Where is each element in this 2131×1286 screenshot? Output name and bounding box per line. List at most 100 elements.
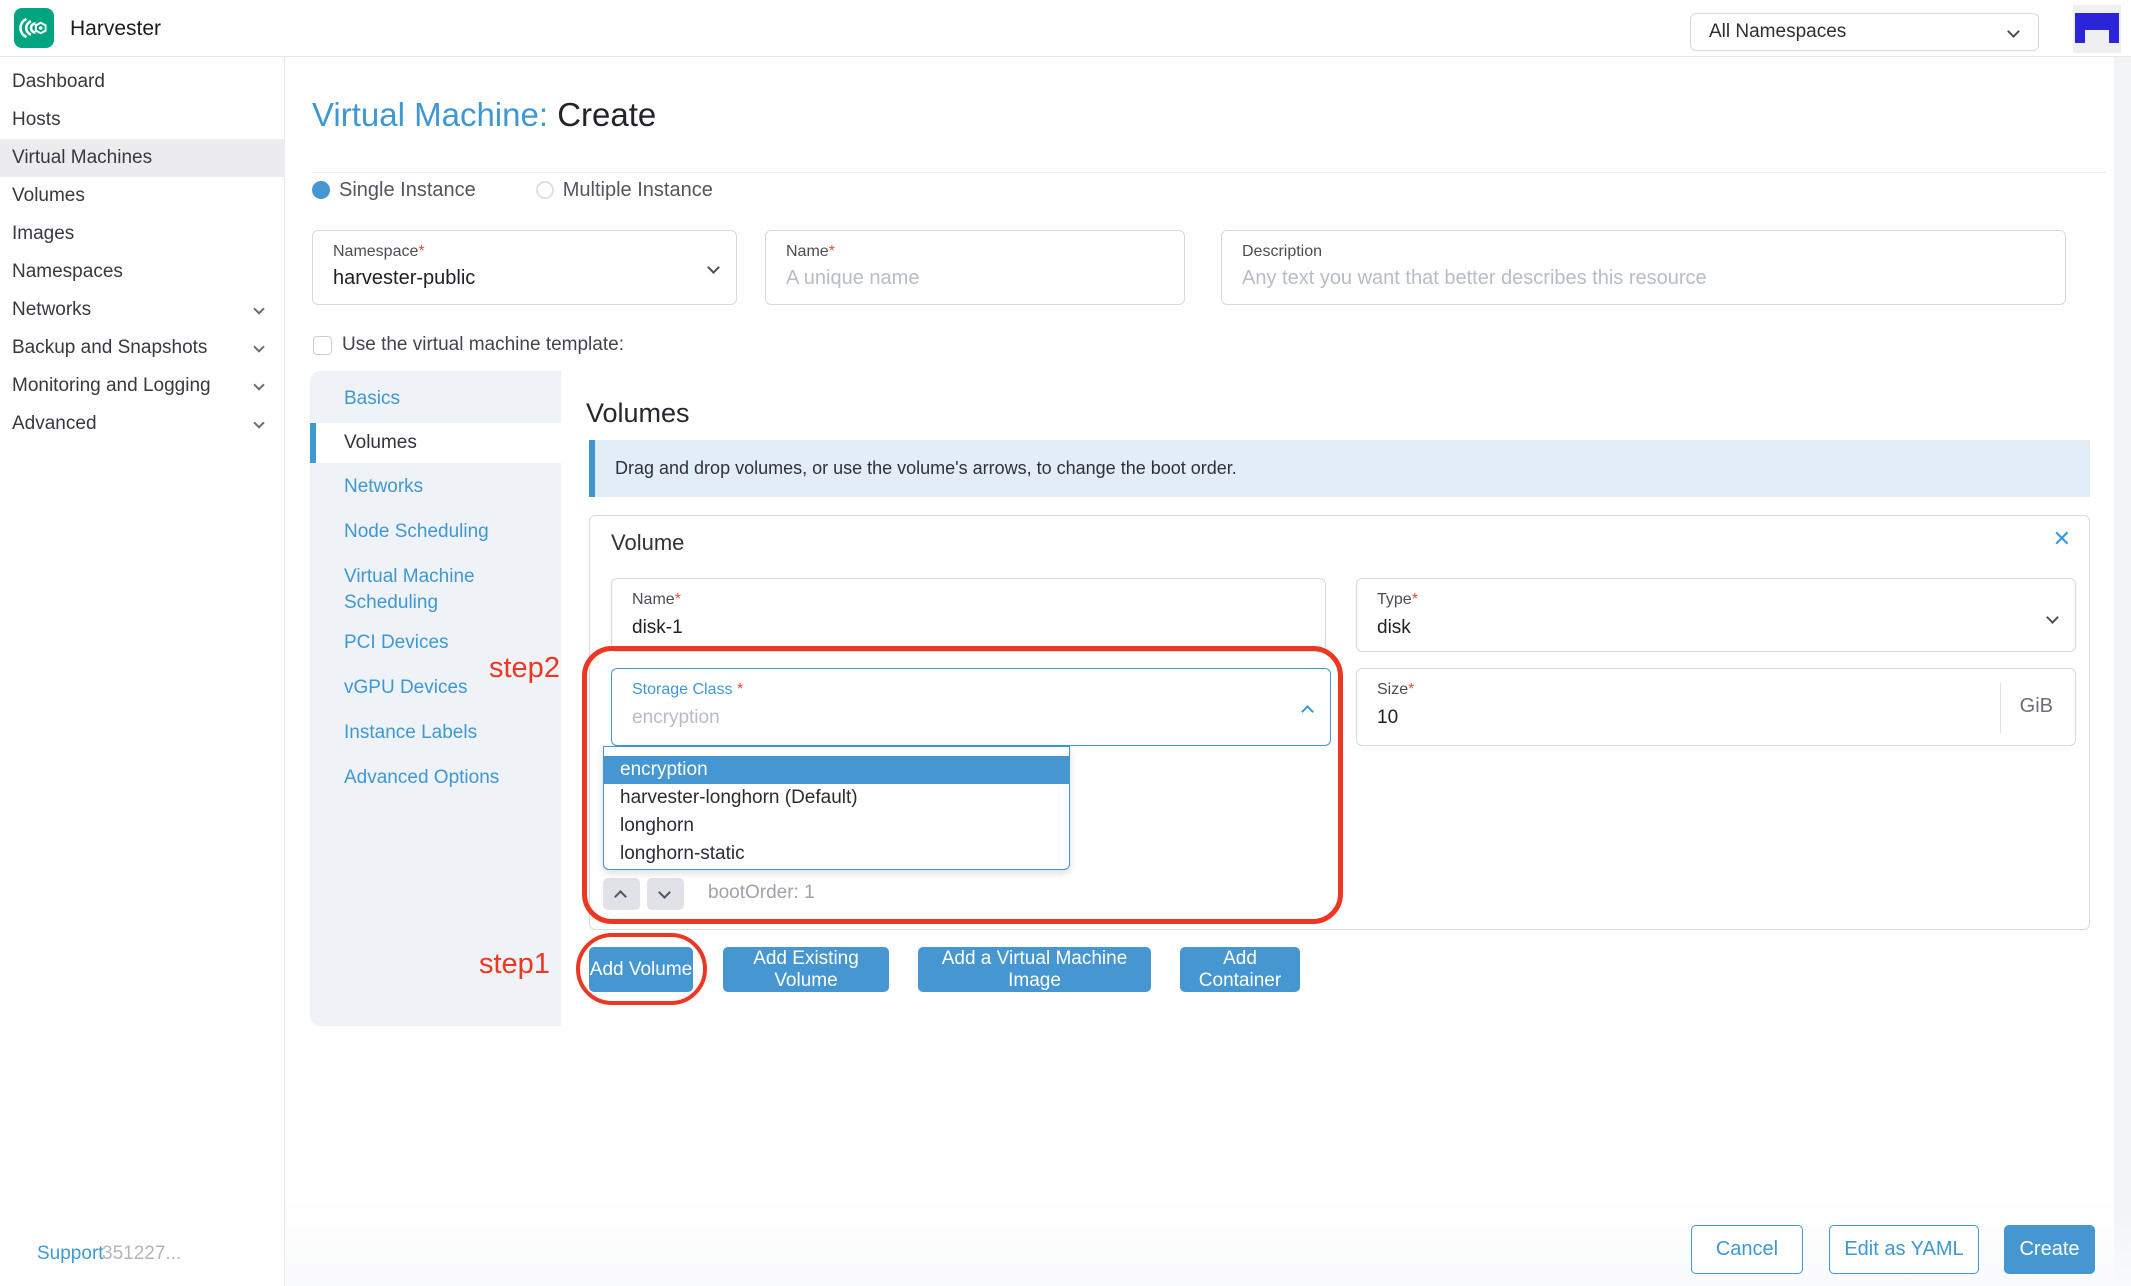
sidebar-item-backup-and-snapshots[interactable]: Backup and Snapshots bbox=[0, 329, 285, 367]
volume-size-field[interactable]: Size* 10 GiB bbox=[1356, 668, 2076, 746]
namespace-label: Namespace bbox=[333, 243, 419, 260]
dropdown-option-longhorn-static[interactable]: longhorn-static bbox=[604, 840, 1069, 868]
volume-name-field[interactable]: Name* disk-1 bbox=[611, 578, 1326, 652]
boot-order-up-button[interactable] bbox=[603, 878, 640, 910]
single-instance-radio[interactable] bbox=[312, 181, 330, 199]
volume-type-label: Type bbox=[1377, 591, 1412, 608]
multiple-instance-radio[interactable] bbox=[535, 181, 554, 199]
tab-advanced-options[interactable]: Advanced Options bbox=[310, 765, 561, 791]
boot-order-info-banner: Drag and drop volumes, or use the volume… bbox=[589, 440, 2090, 497]
storage-class-field[interactable]: Storage Class * encryption bbox=[611, 668, 1331, 746]
tab-networks[interactable]: Networks bbox=[310, 474, 561, 500]
add-virtual-machine-image-button[interactable]: Add a Virtual Machine Image bbox=[918, 947, 1151, 992]
wheat-logo-glyph bbox=[19, 17, 47, 39]
description-label: Description bbox=[1242, 243, 1323, 260]
dropdown-option-harvester-longhorn[interactable]: harvester-longhorn (Default) bbox=[604, 784, 1069, 812]
vm-template-checkbox[interactable] bbox=[313, 335, 332, 355]
volume-type-value: disk bbox=[1377, 617, 1411, 638]
storage-class-placeholder: encryption bbox=[632, 707, 720, 728]
required-asterisk: * bbox=[736, 681, 744, 698]
page-title-action: Create bbox=[557, 96, 657, 133]
cancel-button[interactable]: Cancel bbox=[1691, 1225, 1803, 1274]
avatar-image-notch bbox=[2085, 30, 2109, 43]
description-placeholder: Any text you want that better describes … bbox=[1242, 267, 1707, 289]
close-icon[interactable]: ✕ bbox=[2053, 526, 2071, 552]
tab-basics[interactable]: Basics bbox=[310, 386, 561, 412]
sidebar-item-namespaces[interactable]: Namespaces bbox=[0, 253, 285, 291]
name-label: Name bbox=[786, 243, 829, 260]
storage-class-dropdown: encryption harvester-longhorn (Default) … bbox=[603, 746, 1070, 870]
chevron-down-icon bbox=[253, 417, 265, 429]
volume-type-field[interactable]: Type* disk bbox=[1356, 578, 2076, 652]
vm-template-checkbox-row: Use the virtual machine template: bbox=[313, 334, 624, 356]
volume-size-label: Size bbox=[1377, 681, 1409, 698]
sidebar-item-networks[interactable]: Networks bbox=[0, 291, 285, 329]
edit-as-yaml-button[interactable]: Edit as YAML bbox=[1829, 1225, 1979, 1274]
section-tab-column: Basics Volumes Networks Node Scheduling … bbox=[310, 371, 561, 1026]
support-link[interactable]: Support bbox=[37, 1243, 104, 1265]
app-title: Harvester bbox=[70, 17, 162, 40]
harvester-logo-icon[interactable] bbox=[14, 8, 54, 48]
boot-order-down-button[interactable] bbox=[647, 878, 684, 910]
chevron-up-icon bbox=[1301, 705, 1314, 718]
namespace-filter-value: All Namespaces bbox=[1709, 21, 1847, 42]
left-nav-sidebar: Dashboard Hosts Virtual Machines Volumes… bbox=[0, 57, 285, 1286]
size-unit-label: GiB bbox=[2019, 695, 2053, 717]
multiple-instance-label: Multiple Instance bbox=[562, 178, 713, 201]
required-asterisk: * bbox=[418, 243, 425, 260]
sidebar-item-volumes[interactable]: Volumes bbox=[0, 177, 285, 215]
chevron-down-icon bbox=[253, 379, 265, 391]
dropdown-option-longhorn[interactable]: longhorn bbox=[604, 812, 1069, 840]
title-divider bbox=[312, 172, 2106, 173]
tab-node-scheduling[interactable]: Node Scheduling bbox=[310, 519, 561, 545]
chevron-down-icon bbox=[253, 341, 265, 353]
step2-annotation-label: step2 bbox=[489, 652, 560, 684]
size-unit-divider bbox=[2000, 683, 2001, 733]
required-asterisk: * bbox=[674, 591, 681, 608]
step1-annotation-label: step1 bbox=[479, 948, 550, 980]
tab-volumes[interactable]: Volumes bbox=[310, 423, 561, 463]
chevron-down-icon bbox=[2046, 611, 2059, 624]
required-asterisk: * bbox=[828, 243, 835, 260]
volume-card: Volume ✕ Name* disk-1 Type* disk Storage… bbox=[589, 515, 2090, 930]
sidebar-item-images[interactable]: Images bbox=[0, 215, 285, 253]
user-avatar[interactable] bbox=[2073, 5, 2121, 53]
page-title: Virtual Machine: Create bbox=[312, 96, 656, 134]
storage-class-label: Storage Class bbox=[632, 681, 733, 698]
chevron-down-icon bbox=[707, 261, 720, 274]
volume-card-title: Volume bbox=[611, 530, 685, 555]
volume-size-value: 10 bbox=[1377, 707, 1399, 728]
dropdown-option-encryption[interactable]: encryption bbox=[604, 756, 1069, 784]
name-field[interactable]: Name* A unique name bbox=[765, 230, 1185, 305]
sidebar-item-virtual-machines[interactable]: Virtual Machines bbox=[0, 139, 285, 177]
sidebar-item-dashboard[interactable]: Dashboard bbox=[0, 63, 285, 101]
chevron-down-icon bbox=[2007, 25, 2020, 38]
namespace-field[interactable]: Namespace* harvester-public bbox=[312, 230, 737, 305]
tab-instance-labels[interactable]: Instance Labels bbox=[310, 720, 561, 746]
sidebar-item-hosts[interactable]: Hosts bbox=[0, 101, 285, 139]
vm-template-checkbox-label: Use the virtual machine template: bbox=[342, 334, 624, 355]
version-text: 351227... bbox=[102, 1243, 182, 1264]
page-title-prefix: Virtual Machine: bbox=[312, 96, 549, 133]
volumes-section-heading: Volumes bbox=[586, 398, 690, 428]
namespace-value: harvester-public bbox=[333, 267, 476, 289]
volume-name-label: Name bbox=[632, 591, 675, 608]
add-container-button[interactable]: Add Container bbox=[1180, 947, 1300, 992]
add-volume-button[interactable]: Add Volume bbox=[589, 947, 693, 992]
sidebar-item-monitoring-and-logging[interactable]: Monitoring and Logging bbox=[0, 367, 285, 405]
required-asterisk: * bbox=[1408, 681, 1415, 698]
create-button[interactable]: Create bbox=[2004, 1225, 2095, 1274]
chevron-down-icon bbox=[253, 303, 265, 315]
required-asterisk: * bbox=[1411, 591, 1418, 608]
add-existing-volume-button[interactable]: Add Existing Volume bbox=[723, 947, 889, 992]
description-field[interactable]: Description Any text you want that bette… bbox=[1221, 230, 2066, 305]
tab-virtual-machine-scheduling[interactable]: Virtual Machine Scheduling bbox=[310, 564, 510, 616]
namespace-filter-select[interactable]: All Namespaces bbox=[1690, 13, 2039, 51]
single-instance-label: Single Instance bbox=[339, 178, 476, 201]
name-placeholder: A unique name bbox=[786, 267, 920, 289]
vertical-scrollbar[interactable] bbox=[2114, 57, 2131, 1286]
volume-name-value: disk-1 bbox=[632, 617, 683, 638]
instance-mode-radios: Single Instance Multiple Instance bbox=[312, 178, 773, 202]
sidebar-item-advanced[interactable]: Advanced bbox=[0, 405, 285, 443]
boot-order-label: bootOrder: 1 bbox=[708, 882, 815, 903]
